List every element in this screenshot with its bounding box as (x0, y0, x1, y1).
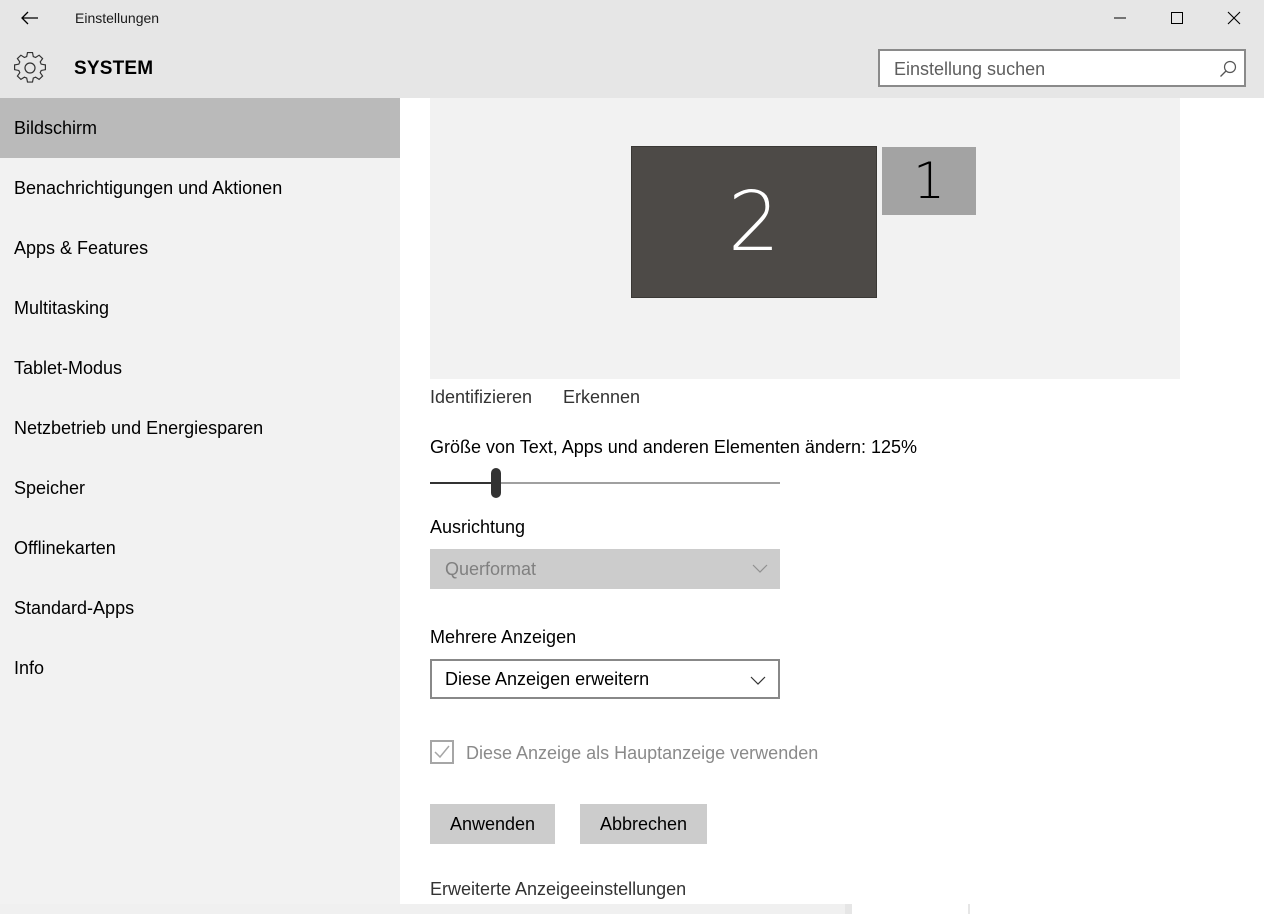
advanced-display-settings-link[interactable]: Erweiterte Anzeigeeinstellungen (430, 879, 686, 900)
monitor-1[interactable]: 1 (882, 147, 976, 215)
minimize-button[interactable] (1097, 2, 1143, 34)
background-strip (0, 904, 1264, 914)
orientation-label: Ausrichtung (430, 517, 526, 537)
sidebar-item-offlinekarten[interactable]: Offlinekarten (0, 518, 400, 578)
sidebar-item-label: Offlinekarten (14, 537, 116, 558)
background-window-part (0, 904, 845, 914)
slider-fill (430, 482, 491, 484)
sidebar-item-apps-features[interactable]: Apps & Features (0, 218, 400, 278)
search-placeholder: Einstellung suchen (894, 59, 1046, 79)
minimize-icon (1114, 17, 1126, 19)
sidebar-item-label: Info (14, 657, 45, 678)
main-content: 2 1 Identifizieren Erkennen Größe von Te… (400, 98, 1264, 904)
scale-slider[interactable] (430, 466, 780, 498)
sidebar-item-bildschirm[interactable]: Bildschirm (0, 98, 400, 158)
gear-icon (14, 52, 46, 83)
search-icon[interactable] (1218, 59, 1238, 79)
orientation-value: Querformat (445, 558, 537, 579)
sidebar-item-benachrichtigungen[interactable]: Benachrichtigungen und Aktionen (0, 158, 400, 218)
search-input[interactable]: Einstellung suchen (878, 49, 1246, 87)
cancel-button[interactable]: Abbrechen (580, 804, 707, 844)
sidebar-item-standard-apps[interactable]: Standard-Apps (0, 578, 400, 638)
back-button[interactable] (14, 4, 46, 32)
sidebar-item-label: Tablet-Modus (14, 357, 123, 378)
display-preview: 2 1 (430, 98, 1180, 379)
sidebar-item-info[interactable]: Info (0, 638, 400, 698)
sidebar-item-netzbetrieb[interactable]: Netzbetrieb und Energiesparen (0, 398, 400, 458)
sidebar: Bildschirm Benachrichtigungen und Aktion… (0, 98, 400, 904)
multi-display-value: Diese Anzeigen erweitern (445, 668, 650, 689)
section-title: SYSTEM (74, 58, 154, 79)
maximize-button[interactable] (1154, 2, 1200, 34)
sidebar-item-label: Standard-Apps (14, 597, 135, 618)
identify-link[interactable]: Identifizieren (430, 387, 532, 408)
multi-display-label: Mehrere Anzeigen (430, 627, 577, 647)
slider-thumb[interactable] (491, 468, 501, 498)
detect-link[interactable]: Erkennen (563, 387, 640, 408)
app-title: Einstellungen (75, 10, 160, 26)
sidebar-item-label: Apps & Features (14, 237, 149, 258)
background-window-part (852, 904, 968, 914)
background-window-part (970, 904, 1264, 914)
maximize-icon (1171, 12, 1183, 24)
scale-label: Größe von Text, Apps und anderen Element… (430, 437, 917, 457)
sidebar-item-speicher[interactable]: Speicher (0, 458, 400, 518)
main-display-checkbox-label: Diese Anzeige als Hauptanzeige verwenden (466, 743, 819, 763)
sidebar-item-multitasking[interactable]: Multitasking (0, 278, 400, 338)
sidebar-item-label: Speicher (14, 477, 86, 498)
sidebar-item-label: Benachrichtigungen und Aktionen (14, 177, 283, 198)
apply-button[interactable]: Anwenden (430, 804, 555, 844)
close-button[interactable] (1211, 2, 1257, 34)
chevron-down-icon (750, 676, 766, 685)
close-icon (1227, 11, 1241, 25)
multi-display-dropdown[interactable]: Diese Anzeigen erweitern (430, 659, 780, 699)
back-arrow-icon (21, 11, 38, 25)
sidebar-item-tablet-modus[interactable]: Tablet-Modus (0, 338, 400, 398)
monitor-2[interactable]: 2 (631, 146, 877, 298)
sidebar-item-label: Netzbetrieb und Energiesparen (14, 417, 264, 438)
orientation-dropdown[interactable]: Querformat (430, 549, 780, 589)
chevron-down-icon (752, 564, 768, 573)
main-display-checkbox[interactable] (430, 740, 454, 764)
checkmark-icon (434, 745, 450, 759)
sidebar-item-label: Bildschirm (14, 117, 98, 138)
sidebar-item-label: Multitasking (14, 297, 110, 318)
title-bar: Einstellungen SYSTEM Einstellung suchen (0, 0, 1264, 98)
